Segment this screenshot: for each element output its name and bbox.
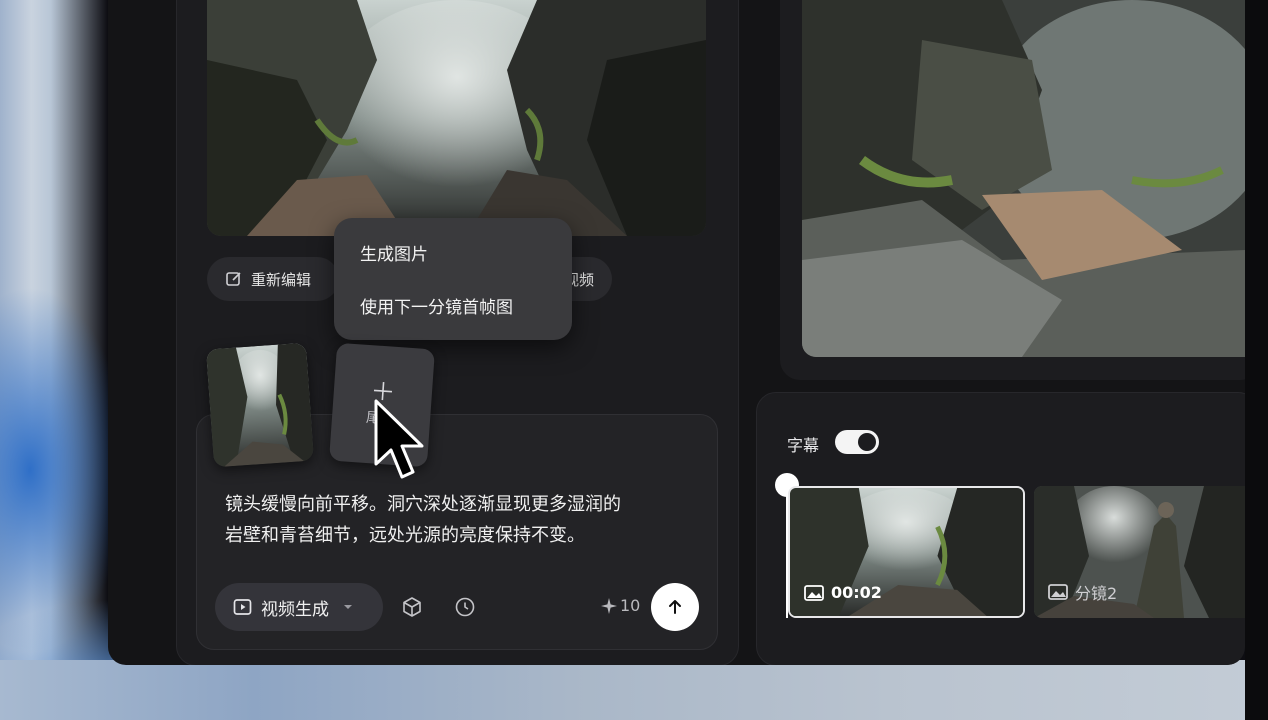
context-menu: 生成图片 使用下一分镜首帧图 [334,218,572,340]
timeline-clip[interactable]: 00:02 [788,486,1025,618]
credits-counter: 10 [601,596,640,615]
video-icon [233,598,253,616]
toggle-knob [858,433,876,451]
generated-cave-image[interactable] [207,0,706,236]
clip-title: 分镜2 [1075,584,1118,603]
prompt-text-line: 镜头缓慢向前平移。洞穴深处逐渐显现更多湿润的 [225,494,621,515]
send-button[interactable] [651,583,699,631]
edit-icon [225,270,243,288]
clip-time: 00:02 [831,583,882,602]
prompt-text[interactable]: 镜头缓慢向前平移。洞穴深处逐渐显现更多湿润的 岩壁和青苔细节，远处光源的亮度保持… [225,489,705,551]
subtitle-label: 字幕 [787,436,820,455]
clip-label: 00:02 [804,583,882,602]
image-icon [1048,583,1068,601]
clock-icon[interactable] [454,596,476,618]
timeline-clip[interactable]: 分镜2 [1034,486,1254,618]
mouse-cursor-icon [374,399,424,479]
re-edit-label: 重新编辑 [251,270,312,289]
re-edit-button[interactable]: 重新编辑 [207,257,339,301]
cube-icon[interactable] [401,596,423,618]
menu-item-generate-image[interactable]: 生成图片 [360,240,428,265]
credits-value: 10 [620,596,641,615]
subtitle-toggle[interactable] [835,430,879,454]
mode-label: 视频生成 [261,599,329,620]
prompt-text-line: 岩壁和青苔细节，远处光源的亮度保持不变。 [225,525,585,546]
image-icon [804,584,824,602]
first-frame-thumbnail[interactable] [206,342,314,468]
clip-label: 分镜2 [1048,580,1117,604]
sparkle-icon [601,597,617,614]
preview-cave-image[interactable] [802,0,1245,357]
screen-edge-overlay [1245,0,1268,720]
arrow-up-icon [667,599,683,615]
chevron-down-icon [343,603,353,611]
desktop-wallpaper-band [0,660,1268,720]
menu-item-use-next-frame[interactable]: 使用下一分镜首帧图 [360,293,513,318]
mode-selector[interactable]: 视频生成 [215,583,383,631]
